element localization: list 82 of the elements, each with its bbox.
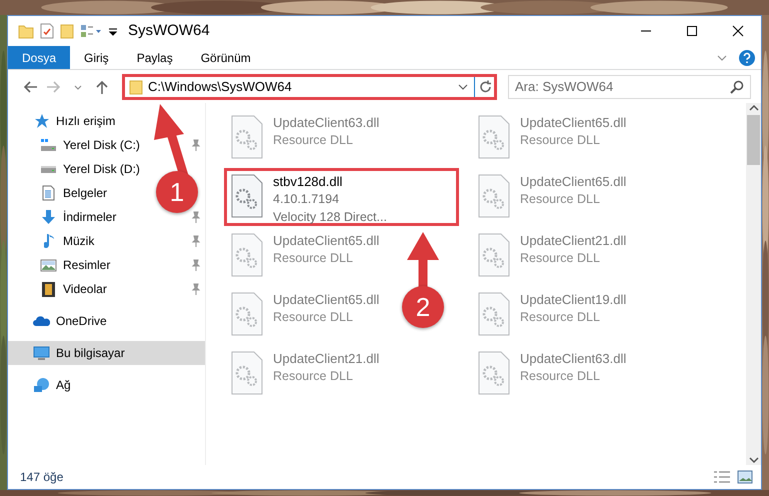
- nav-item[interactable]: Bu bilgisayar: [8, 341, 205, 365]
- file-tile[interactable]: UpdateClient65.dll Resource DLL: [471, 168, 638, 226]
- document-icon: [40, 185, 57, 201]
- file-name: UpdateClient63.dll: [273, 115, 380, 131]
- download-arrow-icon: [40, 209, 57, 225]
- file-description: Velocity 128 Direct...: [273, 209, 387, 226]
- file-name: UpdateClient65.dll: [520, 115, 626, 131]
- file-name: stbv128d.dll: [273, 174, 344, 190]
- nav-item[interactable]: İndirmeler: [8, 205, 122, 229]
- file-description: Resource DLL: [520, 250, 601, 267]
- image-icon: [40, 257, 57, 273]
- nav-item[interactable]: Yerel Disk (C:): [8, 133, 146, 157]
- item-count: 147 öğe: [20, 469, 64, 486]
- search-field[interactable]: Ara: SysWOW64: [508, 74, 751, 98]
- chevron-down-icon[interactable]: [717, 54, 727, 62]
- music-note-icon: [44, 233, 54, 249]
- file-tile[interactable]: UpdateClient63.dll Resource DLL: [224, 109, 390, 167]
- nav-item[interactable]: Hızlı erişim: [8, 109, 122, 133]
- file-tile[interactable]: stbv128d.dll 4.10.1.7194 Velocity 128 Direct...: [224, 168, 459, 226]
- file-version: 4.10.1.7194: [273, 191, 340, 208]
- up-arrow-icon[interactable]: [94, 78, 110, 94]
- nav-item[interactable]: Videolar: [8, 277, 113, 301]
- drive-icon: [41, 166, 56, 172]
- file-description: Resource DLL: [273, 309, 354, 326]
- file-tile[interactable]: UpdateClient65.dll Resource DLL: [224, 227, 390, 285]
- file-description: Resource DLL: [520, 132, 601, 149]
- file-tile[interactable]: UpdateClient21.dll Resource DLL: [224, 345, 390, 403]
- file-tile[interactable]: UpdateClient19.dll Resource DLL: [471, 286, 638, 344]
- file-description: Resource DLL: [273, 368, 354, 385]
- refresh-icon[interactable]: [478, 78, 494, 94]
- gear-file-icon: [231, 233, 263, 277]
- file-description: Resource DLL: [273, 250, 354, 267]
- address-bar[interactable]: C:\Windows\SysWOW64: [122, 74, 497, 100]
- file-description: Resource DLL: [273, 132, 354, 149]
- gear-file-icon: [478, 233, 510, 277]
- star-icon: [33, 113, 50, 129]
- file-name: UpdateClient21.dll: [273, 351, 380, 367]
- view-options-icon[interactable]: [80, 24, 102, 38]
- nav-item[interactable]: Müzik: [8, 229, 100, 253]
- back-arrow-icon[interactable]: [22, 78, 38, 94]
- file-tile[interactable]: UpdateClient65.dll Resource DLL: [471, 109, 638, 167]
- nav-item[interactable]: OneDrive: [8, 309, 113, 333]
- large-icons-view-icon[interactable]: [737, 470, 753, 484]
- scroll-up-icon[interactable]: [748, 103, 760, 113]
- gear-file-icon: [231, 174, 263, 218]
- file-description: Resource DLL: [520, 191, 601, 208]
- gear-file-icon: [231, 115, 263, 159]
- drive-icon: [40, 137, 57, 153]
- gear-file-icon: [231, 292, 263, 336]
- help-icon[interactable]: [739, 50, 755, 66]
- ribbon-tab[interactable]: Paylaş: [122, 46, 187, 69]
- nav-item[interactable]: Resimler: [8, 253, 116, 277]
- gear-file-icon: [231, 351, 263, 395]
- check-document-icon[interactable]: [40, 23, 54, 39]
- film-icon: [40, 281, 57, 297]
- gear-file-icon: [478, 115, 510, 159]
- file-name: UpdateClient65.dll: [520, 174, 626, 190]
- scrollbar-thumb[interactable]: [747, 115, 760, 165]
- gear-file-icon: [478, 351, 510, 395]
- ribbon-tab[interactable]: Dosya: [8, 46, 70, 69]
- file-tile[interactable]: UpdateClient63.dll Resource DLL: [471, 345, 638, 403]
- file-description: Resource DLL: [520, 368, 601, 385]
- file-name: UpdateClient63.dll: [520, 351, 626, 367]
- file-name: UpdateClient65.dll: [273, 233, 380, 249]
- nav-item[interactable]: Ağ: [8, 373, 77, 397]
- file-tile[interactable]: UpdateClient21.dll Resource DLL: [471, 227, 638, 285]
- file-name: UpdateClient21.dll: [520, 233, 626, 249]
- scroll-down-icon[interactable]: [748, 455, 760, 465]
- ribbon-tab[interactable]: Görünüm: [186, 46, 265, 69]
- nav-item[interactable]: Yerel Disk (D:): [8, 157, 146, 181]
- gear-file-icon: [478, 292, 510, 336]
- file-name: UpdateClient19.dll: [520, 292, 626, 308]
- file-tile[interactable]: UpdateClient65.dll Resource DLL: [224, 286, 390, 344]
- details-view-icon[interactable]: [713, 470, 731, 484]
- nav-item[interactable]: Belgeler: [8, 181, 114, 205]
- search-icon: [730, 80, 744, 94]
- ribbon-tab[interactable]: Giriş: [70, 46, 123, 69]
- monitor-icon: [33, 345, 50, 361]
- gear-file-icon: [478, 174, 510, 218]
- file-description: Resource DLL: [520, 309, 601, 326]
- file-name: UpdateClient65.dll: [273, 292, 380, 308]
- window-title: SysWOW64: [128, 20, 210, 41]
